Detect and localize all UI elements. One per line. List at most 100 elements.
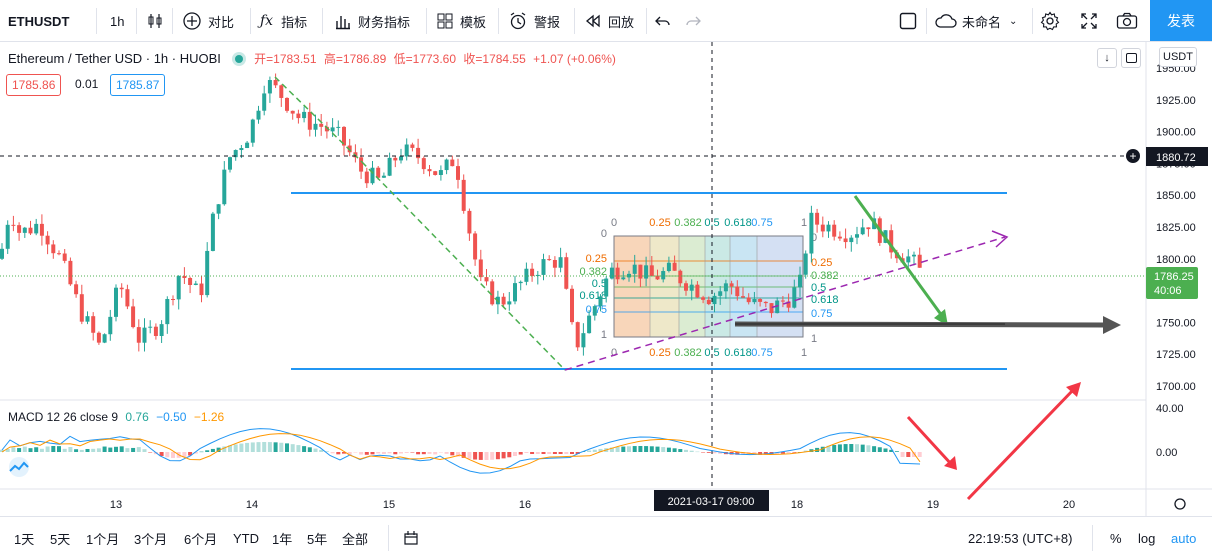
currency-button[interactable]: USDT: [1159, 47, 1197, 67]
macd-histogram-bar: [661, 447, 666, 452]
interval-button[interactable]: 1h: [110, 0, 124, 42]
macd-histogram-bar: [484, 452, 489, 460]
macd-histogram-bar: [849, 444, 854, 452]
percent-toggle[interactable]: %: [1110, 517, 1122, 559]
candle-body: [809, 212, 814, 254]
macd-histogram-bar: [404, 452, 409, 453]
candle-body: [427, 169, 432, 172]
candle-body: [148, 326, 153, 328]
maximize-pane-button[interactable]: [1121, 48, 1141, 68]
candle-body: [575, 322, 580, 348]
candle-body: [79, 294, 84, 322]
range-button-8[interactable]: 全部: [342, 517, 368, 559]
high-value: 1786.89: [342, 52, 387, 66]
candle-body: [507, 301, 512, 305]
settings-button[interactable]: [1040, 0, 1060, 42]
range-button-4[interactable]: 6个月: [184, 517, 217, 559]
expand-button[interactable]: [1080, 0, 1098, 42]
fib-top-label: 0.618: [724, 217, 752, 229]
templates-button[interactable]: 模板: [436, 0, 486, 42]
macd-histogram-bar: [587, 450, 592, 452]
macd-histogram-bar: [210, 448, 215, 452]
candle-body: [758, 299, 763, 302]
redo-button[interactable]: [684, 0, 702, 42]
auto-toggle[interactable]: auto: [1171, 517, 1196, 559]
candle-body: [216, 204, 221, 214]
macd-histogram-bar: [518, 452, 523, 455]
financials-button[interactable]: 财务指标: [334, 0, 410, 42]
scroll-down-button[interactable]: ↓: [1097, 48, 1117, 68]
candle-body: [558, 257, 563, 268]
buy-price-button[interactable]: 1785.87: [110, 74, 166, 96]
macd-histogram-bar: [866, 445, 871, 452]
chart-type-button[interactable]: [146, 0, 164, 42]
clock-timezone-button[interactable]: 22:19:53 (UTC+8): [968, 517, 1072, 559]
macd-histogram-bar: [894, 451, 899, 452]
undo-icon: [655, 16, 670, 26]
publish-button[interactable]: 发表: [1150, 0, 1212, 41]
macd-histogram-bar: [655, 446, 660, 452]
candle-body: [11, 224, 16, 226]
candle-body: [85, 316, 90, 322]
macd-histogram-bar: [678, 449, 683, 452]
candle-body: [74, 284, 79, 295]
candle-body: [644, 265, 649, 279]
fib-top-label: 0: [611, 217, 617, 229]
indicators-button[interactable]: ƒx 指标: [260, 0, 307, 42]
macd-histogram-bar: [792, 452, 797, 453]
replay-label: 回放: [608, 14, 635, 30]
crosshair-time-label: 2021-03-17 09:00: [668, 496, 755, 508]
layout-name-button[interactable]: 未命名 ⌄: [934, 0, 1017, 42]
candle-body: [723, 283, 728, 292]
candle-body: [780, 300, 785, 302]
high-label: 高=: [323, 52, 343, 66]
candle-body: [108, 316, 113, 335]
candle-body: [666, 262, 671, 272]
fib-top-label: 0.382: [674, 217, 702, 229]
candle-body: [222, 169, 227, 205]
low-label: 低=: [393, 52, 413, 66]
fib-top-label: 0.75: [751, 217, 772, 229]
tradingview-logo[interactable]: [6, 456, 32, 478]
currency-label: USDT: [1163, 51, 1193, 63]
symbol-search-button[interactable]: ETHUSDT: [8, 0, 69, 42]
goto-date-button[interactable]: [402, 517, 420, 559]
range-button-6[interactable]: 1年: [272, 517, 292, 559]
fib-zone: [650, 236, 679, 337]
candle-body: [484, 277, 489, 282]
range-button-0[interactable]: 1天: [14, 517, 34, 559]
status-dot-icon: [234, 55, 243, 63]
sell-price-button[interactable]: 1785.86: [6, 74, 62, 96]
macd-histogram-bar: [393, 452, 398, 455]
price-chart[interactable]: 1950.001925.001900.001875.001850.001825.…: [0, 42, 1212, 516]
range-button-2[interactable]: 1个月: [86, 517, 119, 559]
candle-body: [307, 111, 312, 130]
macd-histogram-bar: [410, 452, 415, 453]
candle-body: [330, 127, 335, 132]
last-price-label: 1786.25: [1154, 271, 1194, 283]
compare-button[interactable]: 对比: [182, 0, 234, 42]
candle-body: [319, 123, 324, 127]
snapshot-button[interactable]: [1116, 0, 1138, 42]
candle-body: [706, 299, 711, 305]
trend-line-dashed: [274, 76, 363, 163]
cloud-icon: [935, 14, 957, 28]
undo-button[interactable]: [654, 0, 672, 42]
fullscreen-toggle-button[interactable]: [898, 0, 918, 42]
candle-body: [142, 327, 147, 343]
candle-body: [302, 111, 307, 119]
macd-histogram-bar: [262, 442, 267, 452]
macd-histogram-bar: [102, 446, 107, 452]
time-tick-label: 16: [519, 499, 531, 511]
price-tick-label: 1925.00: [1156, 95, 1196, 107]
macd-histogram-bar: [843, 444, 848, 452]
log-toggle[interactable]: log: [1138, 517, 1155, 559]
range-button-1[interactable]: 5天: [50, 517, 70, 559]
macd-histogram-bar: [883, 448, 888, 452]
replay-button[interactable]: 回放: [584, 0, 634, 42]
alert-button[interactable]: 警报: [508, 0, 560, 42]
range-button-5[interactable]: YTD: [233, 517, 259, 559]
range-button-7[interactable]: 5年: [307, 517, 327, 559]
range-button-3[interactable]: 3个月: [134, 517, 167, 559]
macd-histogram-bar: [684, 449, 688, 452]
